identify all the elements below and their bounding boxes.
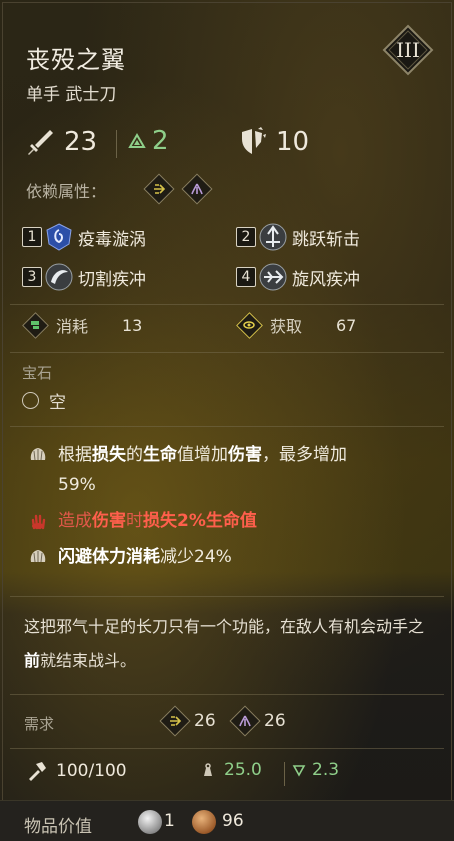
arcane-requirement: 26 bbox=[229, 705, 286, 737]
stagger-stat: 2 bbox=[128, 126, 169, 156]
skill-4[interactable]: 4 旋风疾冲 bbox=[236, 262, 360, 292]
svg-text:III: III bbox=[396, 38, 420, 62]
dex-attribute-icon bbox=[143, 173, 175, 205]
load-stat: 2.3 bbox=[292, 760, 339, 780]
gem-slot-label: 空 bbox=[49, 393, 66, 413]
load-value: 2.3 bbox=[312, 760, 340, 780]
silver-value: 1 bbox=[164, 811, 175, 831]
dex-requirement-value: 26 bbox=[194, 711, 216, 731]
trait-2: 造成伤害时损失2%生命值 bbox=[28, 506, 257, 536]
item-value-label: 物品价值 bbox=[24, 817, 92, 837]
copper-coin-icon bbox=[192, 810, 216, 834]
divider bbox=[10, 694, 444, 695]
dex-requirement: 26 bbox=[159, 705, 216, 737]
skill-name-4: 旋风疾冲 bbox=[292, 269, 360, 290]
gain-value: 67 bbox=[336, 315, 357, 335]
trait-1: 根据损失的生命值增加伤害，最多增加 59% bbox=[28, 440, 428, 500]
skill-name-1: 疫毒漩涡 bbox=[78, 229, 146, 250]
skill-3[interactable]: 3 切割疾冲 bbox=[22, 262, 146, 292]
consume-value: 13 bbox=[122, 315, 143, 335]
consume-label: 消耗 bbox=[56, 317, 89, 336]
arcane-requirement-value: 26 bbox=[264, 711, 286, 731]
weight-stat: 25.0 bbox=[200, 760, 262, 780]
arcane-attribute-icon bbox=[181, 173, 213, 205]
item-name: 丧殁之翼 bbox=[26, 46, 126, 74]
tier-badge: III bbox=[382, 24, 434, 76]
stagger-value: 2 bbox=[152, 126, 169, 156]
skill-key-1: 1 bbox=[22, 227, 42, 247]
broken-shield-icon bbox=[242, 127, 266, 154]
skill-name-3: 切割疾冲 bbox=[78, 269, 146, 290]
copper-value: 96 bbox=[222, 811, 244, 831]
hammer-icon bbox=[29, 762, 46, 781]
divider bbox=[10, 352, 444, 353]
whirlwind-dash-icon bbox=[259, 263, 287, 291]
poison-vortex-icon bbox=[46, 223, 72, 251]
sword-icon bbox=[28, 130, 53, 155]
skill-2[interactable]: 2 跳跃斩击 bbox=[236, 222, 360, 252]
skill-name-2: 跳跃斩击 bbox=[292, 229, 360, 250]
divider bbox=[10, 426, 444, 427]
gain-eye-icon bbox=[235, 311, 263, 339]
weight-icon bbox=[204, 763, 212, 776]
damage-value: 23 bbox=[64, 127, 98, 157]
skill-1[interactable]: 1 疫毒漩涡 bbox=[22, 222, 146, 252]
arcane-requirement-icon bbox=[229, 705, 261, 737]
leap-slash-icon bbox=[259, 223, 287, 251]
dependency-label: 依赖属性： bbox=[26, 182, 107, 201]
durability-value: 100/100 bbox=[56, 761, 127, 781]
stat-divider bbox=[284, 762, 285, 786]
empty-gem-slot-icon bbox=[22, 392, 39, 409]
guard-stat: 10 bbox=[238, 126, 309, 158]
shell-trait-icon bbox=[30, 448, 46, 461]
dex-requirement-icon bbox=[159, 705, 191, 737]
main-stats: 23 2 10 bbox=[24, 126, 434, 162]
item-tooltip-card: III 丧殁之翼 单手 武士刀 23 2 10 依赖属性： 1 疫毒漩涡 2 跳… bbox=[0, 0, 454, 841]
item-description: 这把邪气十足的长刀只有一个功能，在敌人有机会动手之前就结束战斗。 bbox=[24, 617, 425, 670]
requirements-label: 需求 bbox=[24, 715, 55, 733]
divider bbox=[10, 596, 444, 597]
load-down-icon bbox=[292, 765, 306, 777]
damage-stat: 23 bbox=[24, 126, 97, 158]
skill-key-3: 3 bbox=[22, 267, 42, 287]
trait-3: 闪避体力消耗减少24% bbox=[28, 542, 232, 572]
stagger-triangle-icon bbox=[128, 133, 146, 148]
skill-key-4: 4 bbox=[236, 267, 256, 287]
gem-section-title: 宝石 bbox=[22, 364, 53, 382]
cutting-dash-icon bbox=[45, 263, 73, 291]
stat-divider bbox=[116, 130, 117, 158]
guard-value: 10 bbox=[276, 127, 310, 157]
gain-label: 获取 bbox=[270, 317, 303, 336]
weight-value: 25.0 bbox=[224, 760, 262, 780]
gem-slot[interactable]: 空 bbox=[22, 388, 66, 413]
divider bbox=[10, 304, 444, 305]
gain-cost: 获取 67 bbox=[235, 311, 356, 339]
silver-coin-icon bbox=[138, 810, 162, 834]
traits-section: 根据损失的生命值增加伤害，最多增加 59% 造成伤害时损失2%生命值 闪避体力消… bbox=[0, 432, 454, 592]
consume-cost: 消耗 13 bbox=[21, 311, 142, 339]
skill-key-2: 2 bbox=[236, 227, 256, 247]
shell-trait-icon bbox=[30, 550, 46, 563]
bottom-stats: 100/100 25.0 2.3 bbox=[0, 760, 454, 790]
item-type: 单手 武士刀 bbox=[26, 85, 117, 105]
blood-hand-icon bbox=[31, 514, 46, 530]
consume-icon bbox=[21, 311, 49, 339]
durability-stat: 100/100 bbox=[26, 760, 127, 782]
divider bbox=[10, 748, 444, 749]
item-value-bar: 物品价值 1 96 bbox=[0, 800, 454, 841]
